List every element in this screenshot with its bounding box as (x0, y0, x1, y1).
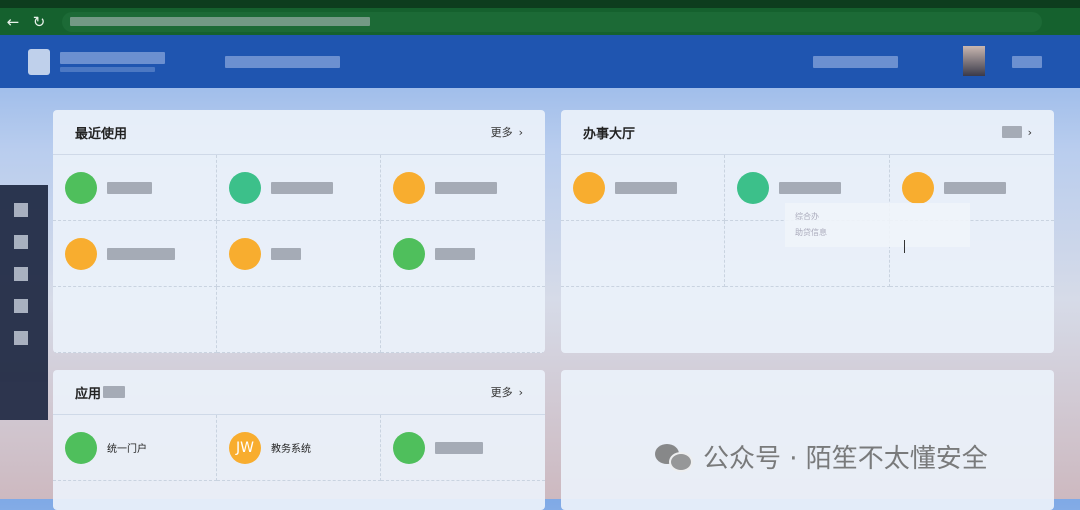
tooltip: 综合办 助贷信息 (785, 203, 970, 247)
card-title: 应用 (75, 383, 126, 402)
site-header (0, 35, 1080, 88)
service-item[interactable] (561, 155, 726, 221)
empty-cell (217, 287, 381, 353)
service-icon (737, 171, 770, 204)
header-link[interactable] (813, 55, 898, 68)
app-item[interactable] (217, 221, 381, 287)
app-icon (229, 237, 261, 270)
app-item[interactable]: 统一门户 (53, 415, 217, 481)
service-icon (573, 171, 605, 204)
browser-top-strip (0, 0, 1080, 8)
app-icon (393, 431, 425, 464)
logo (28, 48, 50, 75)
watermark: 公众号 · 陌笙不太懂安全 (655, 438, 988, 475)
app-item[interactable] (53, 221, 217, 287)
more-link[interactable]: › (1001, 125, 1032, 139)
user-name[interactable] (1012, 56, 1042, 68)
reload-icon[interactable]: ↻ (26, 13, 52, 31)
app-icon (65, 171, 97, 204)
chevron-right-icon: › (518, 385, 523, 399)
app-icon: JW (229, 431, 261, 464)
app-icon (229, 171, 261, 204)
browser-toolbar: ← ↻ (0, 8, 1080, 35)
app-item[interactable] (381, 221, 545, 287)
card-title: 最近使用 (75, 126, 128, 142)
app-icon (65, 237, 97, 270)
apps-card: 应用 更多 › 统一门户 JW 教务系统 (53, 370, 545, 510)
card-title: 办事大厅 (583, 126, 636, 142)
empty-cell (53, 287, 217, 353)
app-icon (65, 431, 97, 464)
address-bar[interactable] (62, 11, 1042, 32)
site-name (60, 51, 165, 72)
more-link[interactable]: 更多 › (491, 384, 523, 400)
app-item[interactable] (381, 155, 545, 221)
wechat-icon (655, 442, 695, 472)
avatar[interactable] (963, 46, 985, 76)
chevron-right-icon: › (1027, 125, 1032, 139)
chevron-right-icon: › (518, 125, 523, 139)
app-icon (393, 171, 425, 204)
text-cursor (904, 240, 905, 253)
app-item[interactable]: JW 教务系统 (217, 415, 381, 481)
service-icon (901, 171, 934, 204)
app-item[interactable] (53, 155, 217, 221)
app-item[interactable] (381, 415, 545, 481)
recent-card: 最近使用 更多 › (53, 110, 545, 353)
nav-link[interactable] (225, 55, 340, 68)
app-item[interactable] (217, 155, 381, 221)
left-panel (0, 185, 48, 420)
more-link[interactable]: 更多 › (491, 124, 523, 140)
back-icon[interactable]: ← (0, 13, 26, 31)
app-icon (393, 237, 425, 270)
redacted-url (70, 17, 370, 26)
empty-cell (561, 221, 726, 287)
empty-cell (381, 287, 545, 353)
